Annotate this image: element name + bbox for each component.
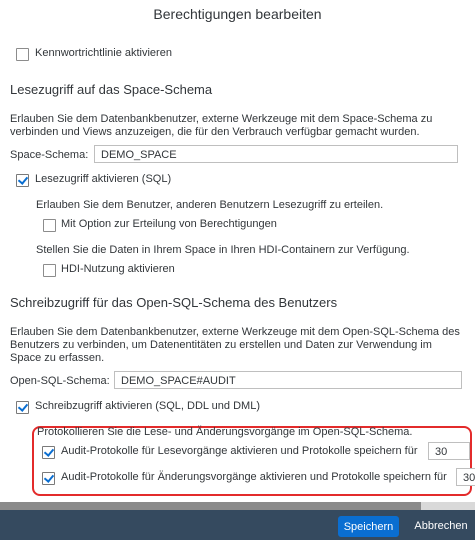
read-access-checkbox[interactable] — [16, 174, 29, 187]
cancel-button[interactable]: Abbrechen — [410, 516, 472, 537]
grant-option-label: Mit Option zur Erteilung von Berechtigun… — [61, 218, 277, 230]
save-button[interactable]: Speichern — [338, 516, 399, 537]
password-policy-label: Kennwortrichtlinie aktivieren — [35, 47, 172, 59]
hdi-label: HDI-Nutzung aktivieren — [61, 263, 175, 275]
scrollbar-thumb[interactable] — [0, 502, 421, 510]
checkmark-icon — [17, 401, 29, 412]
dialog-footer — [0, 510, 475, 540]
write-section-desc-line1: Erlauben Sie dem Datenbankbenutzer, exte… — [10, 326, 460, 338]
dialog-content: Kennwortrichtlinie aktivieren Lesezugrif… — [0, 30, 475, 502]
audit-read-label: Audit-Protokolle für Lesevorgänge aktivi… — [61, 445, 418, 457]
open-sql-schema-field[interactable]: DEMO_SPACE#AUDIT — [114, 371, 462, 389]
checkmark-icon — [43, 472, 55, 483]
read-section-desc-line2: verbinden und Views anzuzeigen, die für … — [10, 126, 420, 138]
dialog-title: Berechtigungen bearbeiten — [153, 6, 322, 22]
audit-read-checkbox[interactable] — [42, 446, 55, 459]
audit-desc: Protokollieren Sie die Lese- und Änderun… — [37, 426, 413, 438]
write-section-title: Schreibzugriff für das Open-SQL-Schema d… — [10, 295, 338, 310]
space-schema-label: Space-Schema: — [10, 149, 89, 161]
read-section-title: Lesezugriff auf das Space-Schema — [10, 82, 213, 97]
space-schema-field[interactable]: DEMO_SPACE — [94, 145, 458, 163]
open-sql-schema-label: Open-SQL-Schema: — [10, 375, 110, 387]
password-policy-checkbox[interactable] — [16, 48, 29, 61]
write-access-label: Schreibzugriff aktivieren (SQL, DDL und … — [35, 400, 260, 412]
checkmark-icon — [17, 174, 29, 185]
hdi-checkbox[interactable] — [43, 264, 56, 277]
write-section-desc-line3: Space zu erfassen. — [10, 352, 105, 364]
read-section-desc-line1: Erlauben Sie dem Datenbankbenutzer, exte… — [10, 113, 433, 125]
read-access-label: Lesezugriff aktivieren (SQL) — [35, 173, 172, 185]
audit-change-label: Audit-Protokolle für Änderungsvorgänge a… — [61, 471, 447, 483]
audit-change-checkbox[interactable] — [42, 472, 55, 485]
grant-desc: Erlauben Sie dem Benutzer, anderen Benut… — [36, 199, 384, 211]
write-access-checkbox[interactable] — [16, 401, 29, 414]
audit-change-days-input[interactable]: 30 — [456, 468, 475, 486]
hdi-desc: Stellen Sie die Daten in Ihrem Space in … — [36, 244, 410, 256]
checkmark-icon — [43, 446, 55, 457]
audit-read-days-input[interactable]: 30 — [428, 442, 470, 460]
write-section-desc-line2: Benutzers zu verbinden, um Datenentitäte… — [10, 339, 432, 351]
grant-option-checkbox[interactable] — [43, 219, 56, 232]
